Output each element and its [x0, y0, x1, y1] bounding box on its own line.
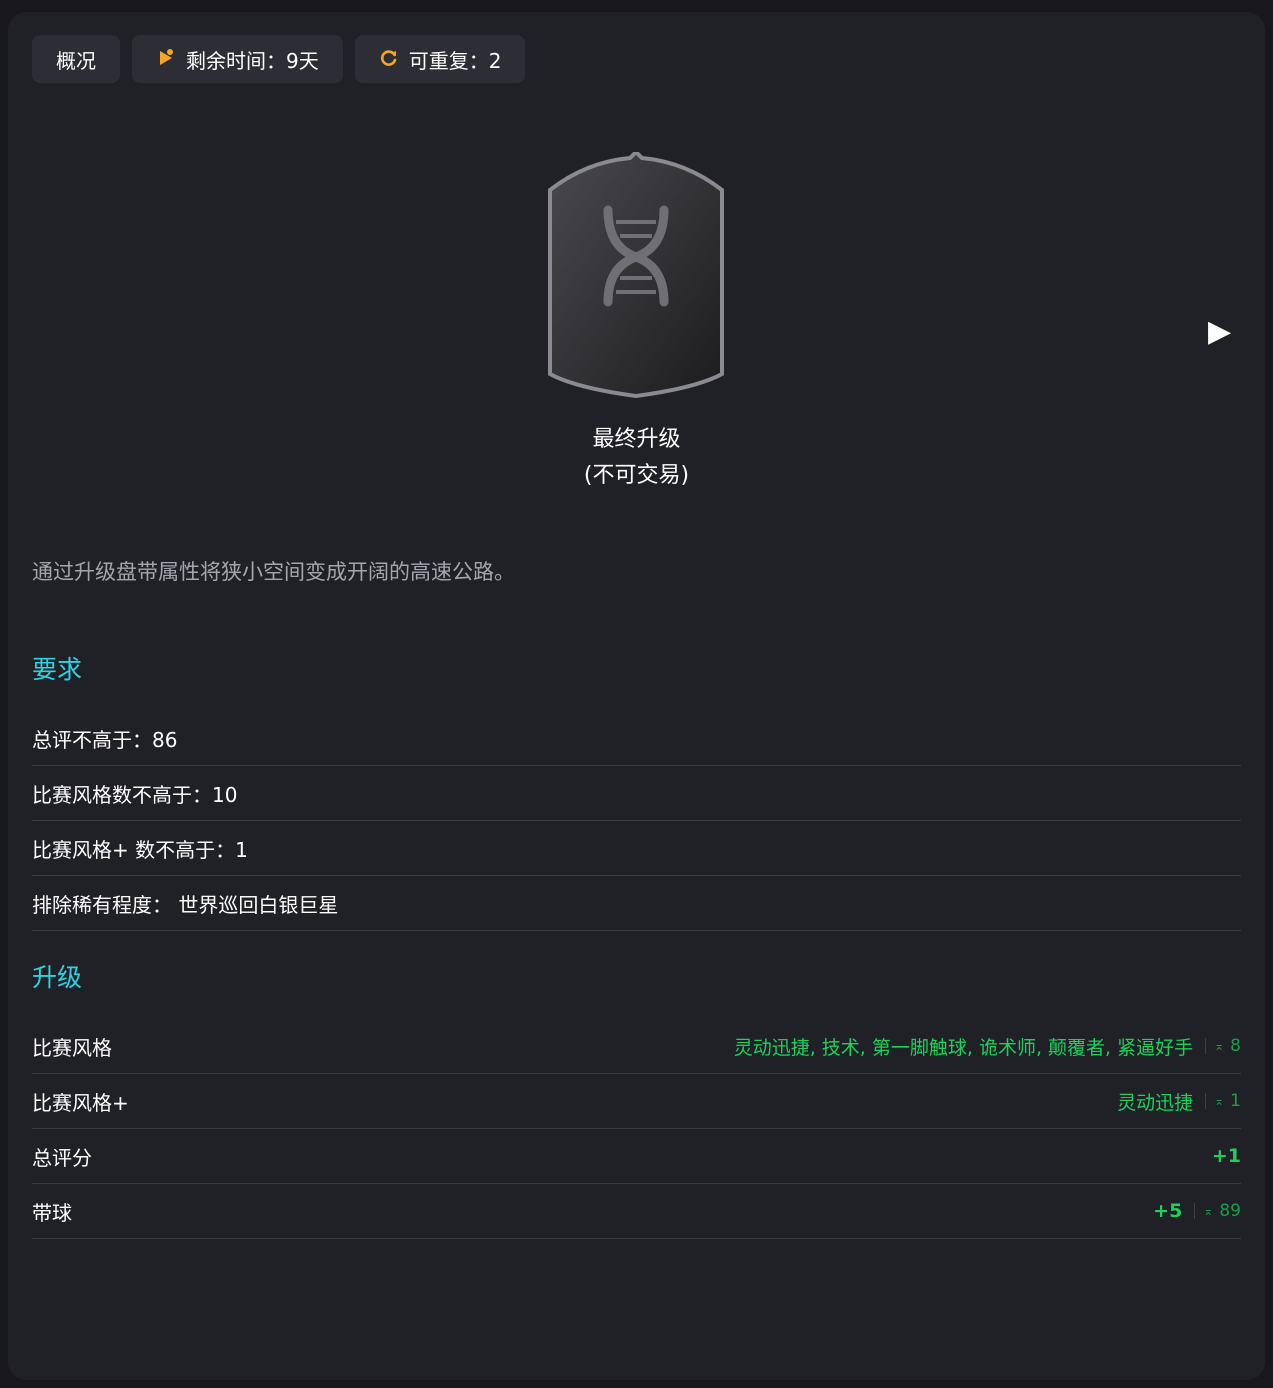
card-title: 最终升级 [592, 427, 681, 452]
requirement-row: 排除稀有程度： 世界巡回白银巨星 [32, 876, 1241, 931]
upgrade-row: 比赛风格+ 灵动迅捷 ⌅ 1 [32, 1074, 1241, 1129]
upgrade-row: 带球 +5 ⌅ 89 [32, 1184, 1241, 1239]
upgrade-label: 比赛风格 [32, 1035, 112, 1060]
card-subtitle: (不可交易) [583, 463, 690, 488]
repeatable-label: 可重复：2 [408, 48, 502, 73]
upgrade-value: +1 [1212, 1145, 1241, 1167]
divider [1205, 1093, 1207, 1109]
time-left-pill[interactable]: 剩余时间：9天 [132, 35, 343, 83]
cap-arrow-icon: ⌅ [1214, 1039, 1225, 1053]
upgrade-value-text: 灵动迅捷, 技术, 第一脚触球, 诡术师, 颠覆者, 紧逼好手 [733, 1036, 1194, 1059]
requirement-row: 比赛风格+ 数不高于：1 [32, 821, 1241, 876]
requirement-text: 比赛风格数不高于：10 [32, 782, 238, 807]
requirement-text: 比赛风格+ 数不高于：1 [32, 837, 248, 862]
requirement-row: 比赛风格数不高于：10 [32, 766, 1241, 821]
description: 通过升级盘带属性将狭小空间变成开阔的高速公路。 [32, 560, 515, 584]
requirements-list: 总评不高于：86 比赛风格数不高于：10 比赛风格+ 数不高于：1 排除稀有程度… [32, 711, 1241, 931]
overview-label: 概况 [56, 48, 96, 73]
upgrade-value-text: +5 [1153, 1200, 1183, 1222]
upgrade-cap-value: 8 [1230, 1036, 1241, 1056]
upgrade-value: 灵动迅捷 ⌅ 1 [1117, 1088, 1241, 1115]
upgrade-row: 比赛风格 灵动迅捷, 技术, 第一脚触球, 诡术师, 颠覆者, 紧逼好手 ⌅ 8 [32, 1019, 1241, 1074]
divider [1205, 1038, 1207, 1054]
upgrade-label: 总评分 [32, 1145, 92, 1170]
upgrade-cap: ⌅ 89 [1203, 1201, 1241, 1221]
divider [1194, 1203, 1196, 1219]
repeatable-pill[interactable]: 可重复：2 [354, 35, 526, 83]
upgrade-cap-value: 89 [1219, 1201, 1241, 1221]
upgrade-cap: ⌅ 8 [1214, 1036, 1241, 1056]
upgrade-label: 比赛风格+ [32, 1090, 129, 1115]
cap-arrow-icon: ⌅ [1214, 1094, 1225, 1108]
upgrade-value-text: +1 [1211, 1145, 1241, 1167]
upgrade-row: 总评分 +1 [32, 1129, 1241, 1184]
upgrade-value: +5 ⌅ 89 [1153, 1200, 1241, 1222]
upgrade-value: 灵动迅捷, 技术, 第一脚触球, 诡术师, 颠覆者, 紧逼好手 ⌅ 8 [734, 1033, 1241, 1060]
time-left-label: 剩余时间：9天 [186, 48, 319, 73]
upgrade-cap: ⌅ 1 [1214, 1091, 1241, 1111]
repeat-icon [379, 48, 399, 71]
requirement-row: 总评不高于：86 [32, 711, 1241, 766]
upgrades-list: 比赛风格 灵动迅捷, 技术, 第一脚触球, 诡术师, 颠覆者, 紧逼好手 ⌅ 8… [32, 1019, 1241, 1239]
card-title-block: 最终升级 (不可交易) [8, 422, 1265, 494]
upgrade-value-text: 灵动迅捷 [1117, 1091, 1194, 1114]
play-arrow-icon[interactable]: ▶ [1208, 317, 1231, 347]
requirement-text: 总评不高于：86 [32, 727, 178, 752]
info-pills: 概况 剩余时间：9天 可重复：2 [32, 35, 526, 83]
requirements-heading: 要求 [32, 655, 83, 684]
cap-arrow-icon: ⌅ [1203, 1204, 1214, 1218]
upgrade-badge [546, 149, 726, 402]
requirement-text: 排除稀有程度： 世界巡回白银巨星 [32, 892, 339, 917]
timer-play-icon [156, 48, 176, 71]
overview-tab[interactable]: 概况 [32, 35, 120, 83]
upgrade-cap-value: 1 [1230, 1091, 1241, 1111]
upgrades-heading: 升级 [32, 963, 83, 992]
objective-panel: 概况 剩余时间：9天 可重复：2 ▶ 最终升级 (不可交易) 通过升级盘带属性将… [8, 12, 1265, 1380]
upgrade-label: 带球 [32, 1200, 72, 1225]
